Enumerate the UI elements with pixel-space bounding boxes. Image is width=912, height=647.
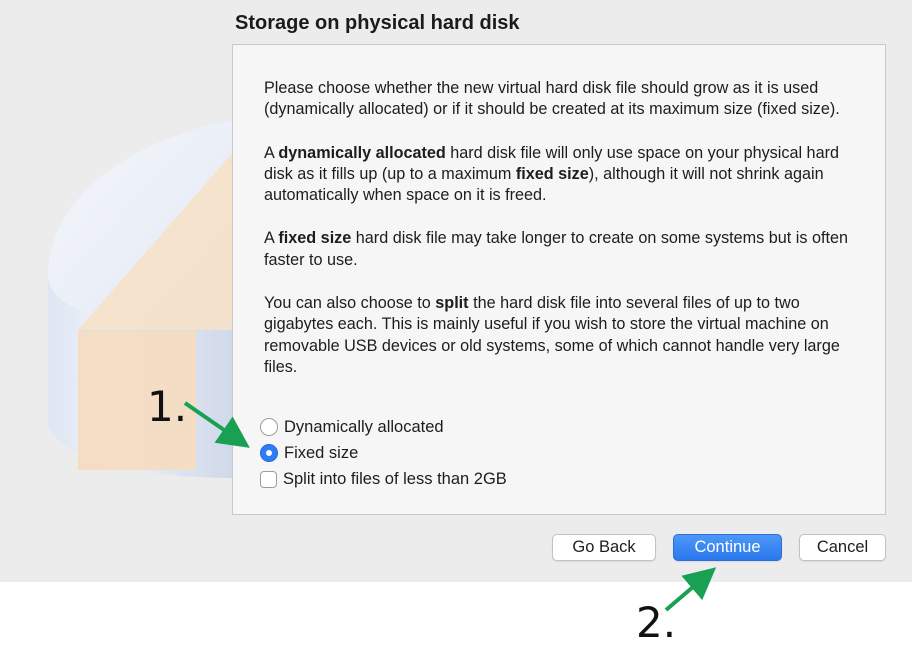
annotation-arrows bbox=[183, 401, 717, 612]
arrow-to-continue bbox=[664, 567, 717, 612]
arrow-to-fixed-size bbox=[183, 401, 250, 448]
